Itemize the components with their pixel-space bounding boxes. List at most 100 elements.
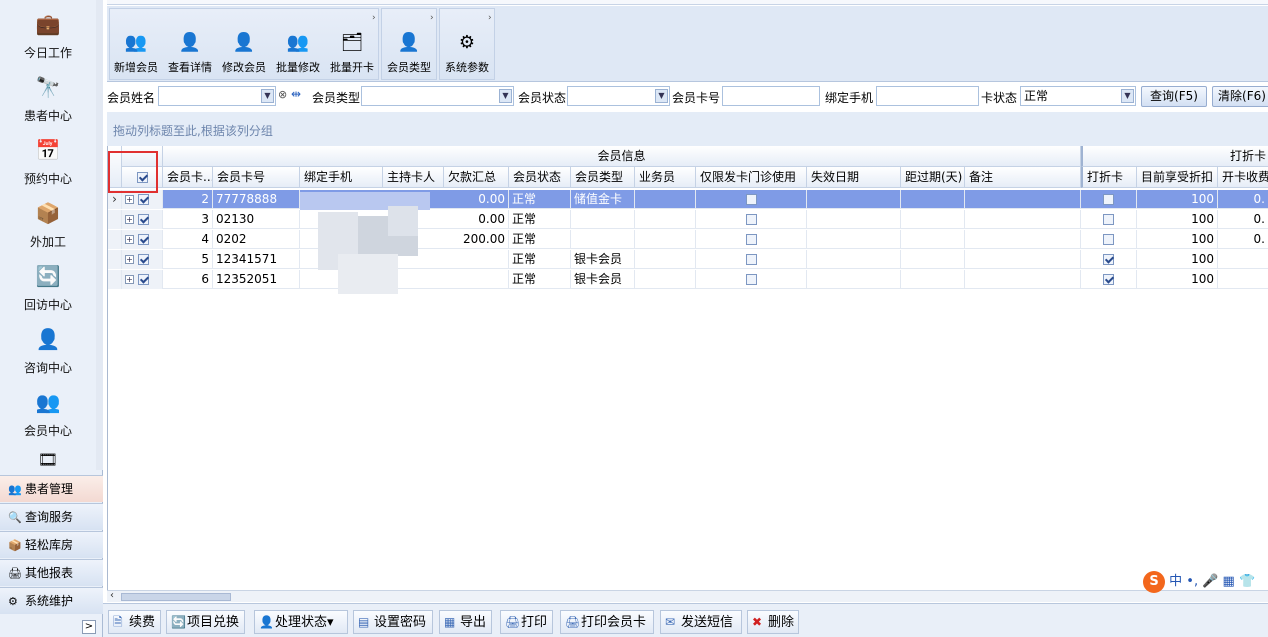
sidebar-item-more[interactable]: 🎞 (0, 446, 96, 470)
ime-toolbar[interactable]: S 中 •, 🎤 ▦ 👕 (1143, 570, 1255, 593)
button-label: 处理状态 (275, 615, 328, 630)
table-row[interactable]: + 6 12352051 正常 银卡会员 100 (108, 270, 1268, 289)
table-row[interactable]: + 5 12341571 正常 银卡会员 100 (108, 250, 1268, 269)
member-card-input[interactable] (722, 86, 820, 106)
chevron-down-icon[interactable]: ▼ (261, 89, 274, 103)
only-clinic-checkbox[interactable] (745, 254, 757, 265)
discount-card-checkbox[interactable] (1103, 254, 1114, 265)
set-password-button[interactable]: ▤ 设置密码 (353, 610, 433, 634)
table-row[interactable]: + 4 0202 200.00 正常 100 0. (108, 230, 1268, 249)
send-sms-button[interactable]: ✉ 发送短信 (660, 610, 742, 634)
only-clinic-checkbox[interactable] (745, 274, 757, 285)
sidebar-item-patient-center[interactable]: 🔭 患者中心 (0, 69, 96, 131)
header-main-holder[interactable]: 主持卡人 (383, 167, 444, 188)
expand-icon[interactable]: + (125, 275, 134, 284)
header-bound-phone[interactable]: 绑定手机 (300, 167, 383, 188)
header-member-status[interactable]: 会员状态 (509, 167, 571, 188)
expand-icon[interactable]: + (125, 235, 134, 244)
nav-system-maintenance[interactable]: ⚙ 系统维护 (0, 587, 103, 614)
table-row[interactable]: › + 2 77778888 0.00 正常 储值金卡 100 0. (108, 190, 1268, 209)
member-type-button[interactable]: 👤 会员类型 (382, 26, 436, 78)
row-checkbox[interactable] (137, 274, 149, 285)
sidebar-item-outsourcing[interactable]: 📦 外加工 (0, 195, 96, 257)
header-debt-total[interactable]: 欠款汇总 (444, 167, 509, 188)
expand-icon[interactable]: + (125, 195, 134, 204)
nav-warehouse[interactable]: 📦 轻松库房 (0, 531, 103, 558)
member-type-select[interactable]: ▼ (361, 86, 514, 106)
process-status-button[interactable]: 👤处理状态▾ (254, 610, 348, 634)
button-label: 查看详情 (168, 61, 212, 74)
export-button[interactable]: ▦ 导出 (439, 610, 492, 634)
system-params-button[interactable]: ⚙ 系统参数 (440, 26, 494, 78)
header-salesperson[interactable]: 业务员 (635, 167, 696, 188)
row-checkbox[interactable] (137, 194, 149, 205)
member-name-input[interactable]: ▼ (158, 86, 276, 106)
header-card-seq[interactable]: 会员卡... (163, 167, 213, 188)
view-details-button[interactable]: 👤 查看详情 (164, 26, 216, 78)
chevron-down-icon[interactable]: ▼ (1121, 89, 1134, 103)
row-controls[interactable]: + (122, 250, 163, 269)
exchange-button[interactable]: 🔄项目兑换 (166, 610, 245, 634)
nav-patient-management[interactable]: 👥 患者管理 (0, 475, 103, 502)
header-current-discount[interactable]: 目前享受折扣 (1137, 167, 1218, 188)
row-checkbox[interactable] (137, 254, 149, 265)
cell-type: 储值金卡 (571, 190, 635, 209)
sidebar-item-followup-center[interactable]: 🔄 回访中心 (0, 258, 96, 320)
batch-open-card-button[interactable]: 🗂 批量开卡 (326, 26, 378, 78)
sidebar-expand-button[interactable]: > (82, 620, 96, 634)
header-days-to-expire[interactable]: 距过期(天) (901, 167, 965, 188)
clear-button[interactable]: 清除(F6) (1212, 86, 1268, 107)
row-controls[interactable]: + (122, 230, 163, 249)
cell-debt: 0.00 (444, 210, 509, 229)
split-icon[interactable]: ⇹ (291, 87, 301, 101)
query-button[interactable]: 查询(F5) (1141, 86, 1207, 107)
sidebar-scrollbar[interactable] (96, 0, 103, 470)
only-clinic-checkbox[interactable] (745, 194, 757, 205)
header-member-type[interactable]: 会员类型 (571, 167, 635, 188)
header-remark[interactable]: 备注 (965, 167, 1081, 188)
print-button[interactable]: 🖨打印 (500, 610, 553, 634)
header-card-number[interactable]: 会员卡号 (213, 167, 300, 188)
cell-fee: 0. (1218, 230, 1268, 249)
nav-other-reports[interactable]: 🖨 其他报表 (0, 559, 103, 586)
expand-icon[interactable]: + (125, 215, 134, 224)
discount-card-checkbox[interactable] (1103, 274, 1114, 285)
delete-button[interactable]: ✖ 删除 (747, 610, 799, 634)
chevron-down-icon[interactable]: ▼ (655, 89, 668, 103)
only-clinic-checkbox[interactable] (745, 214, 757, 225)
only-clinic-checkbox[interactable] (745, 234, 757, 245)
sidebar-item-appointment-center[interactable]: 📅 预约中心 (0, 132, 96, 194)
sidebar-item-today-work[interactable]: 💼 今日工作 (0, 6, 96, 68)
row-checkbox[interactable] (137, 234, 149, 245)
discount-card-checkbox[interactable] (1103, 214, 1114, 225)
horizontal-scrollbar[interactable]: ‹ (107, 590, 1268, 602)
scroll-thumb[interactable] (121, 593, 231, 601)
table-row[interactable]: + 3 02130 0.00 正常 100 0. (108, 210, 1268, 229)
add-member-button[interactable]: 👥 新增会员 (110, 26, 162, 78)
briefcase-icon: 💼 (35, 12, 61, 36)
edit-member-button[interactable]: 👤 修改会员 (218, 26, 270, 78)
card-status-select[interactable]: 正常 ▼ (1020, 86, 1136, 106)
renew-button[interactable]: 🗎 续费 (108, 610, 161, 634)
scroll-left-icon[interactable]: ‹ (110, 590, 114, 601)
discount-card-checkbox[interactable] (1103, 234, 1114, 245)
bound-phone-input[interactable] (876, 86, 979, 106)
chevron-down-icon[interactable]: ▼ (499, 89, 512, 103)
sidebar-item-consult-center[interactable]: 👤 咨询中心 (0, 321, 96, 383)
row-checkbox[interactable] (137, 214, 149, 225)
member-status-select[interactable]: ▼ (567, 86, 670, 106)
sidebar-item-member-center[interactable]: 👥 会员中心 (0, 384, 96, 446)
expand-icon[interactable]: + (125, 255, 134, 264)
nav-query-service[interactable]: 🔍 查询服务 (0, 503, 103, 530)
header-discount-card[interactable]: 打折卡 (1081, 167, 1137, 188)
batch-edit-button[interactable]: 👥 批量修改 (272, 26, 324, 78)
print-member-card-button[interactable]: 🖨打印会员卡 (560, 610, 654, 634)
clear-icon[interactable]: ⊗ (278, 88, 287, 101)
discount-card-checkbox[interactable] (1103, 194, 1114, 205)
group-by-panel[interactable]: 拖动列标题至此,根据该列分组 (107, 112, 1268, 146)
row-controls[interactable]: + (122, 210, 163, 229)
row-controls[interactable]: + (122, 270, 163, 289)
header-expiry-date[interactable]: 失效日期 (807, 167, 901, 188)
header-open-fee[interactable]: 开卡收费 (1218, 167, 1268, 188)
header-only-clinic[interactable]: 仅限发卡门诊使用 (696, 167, 807, 188)
